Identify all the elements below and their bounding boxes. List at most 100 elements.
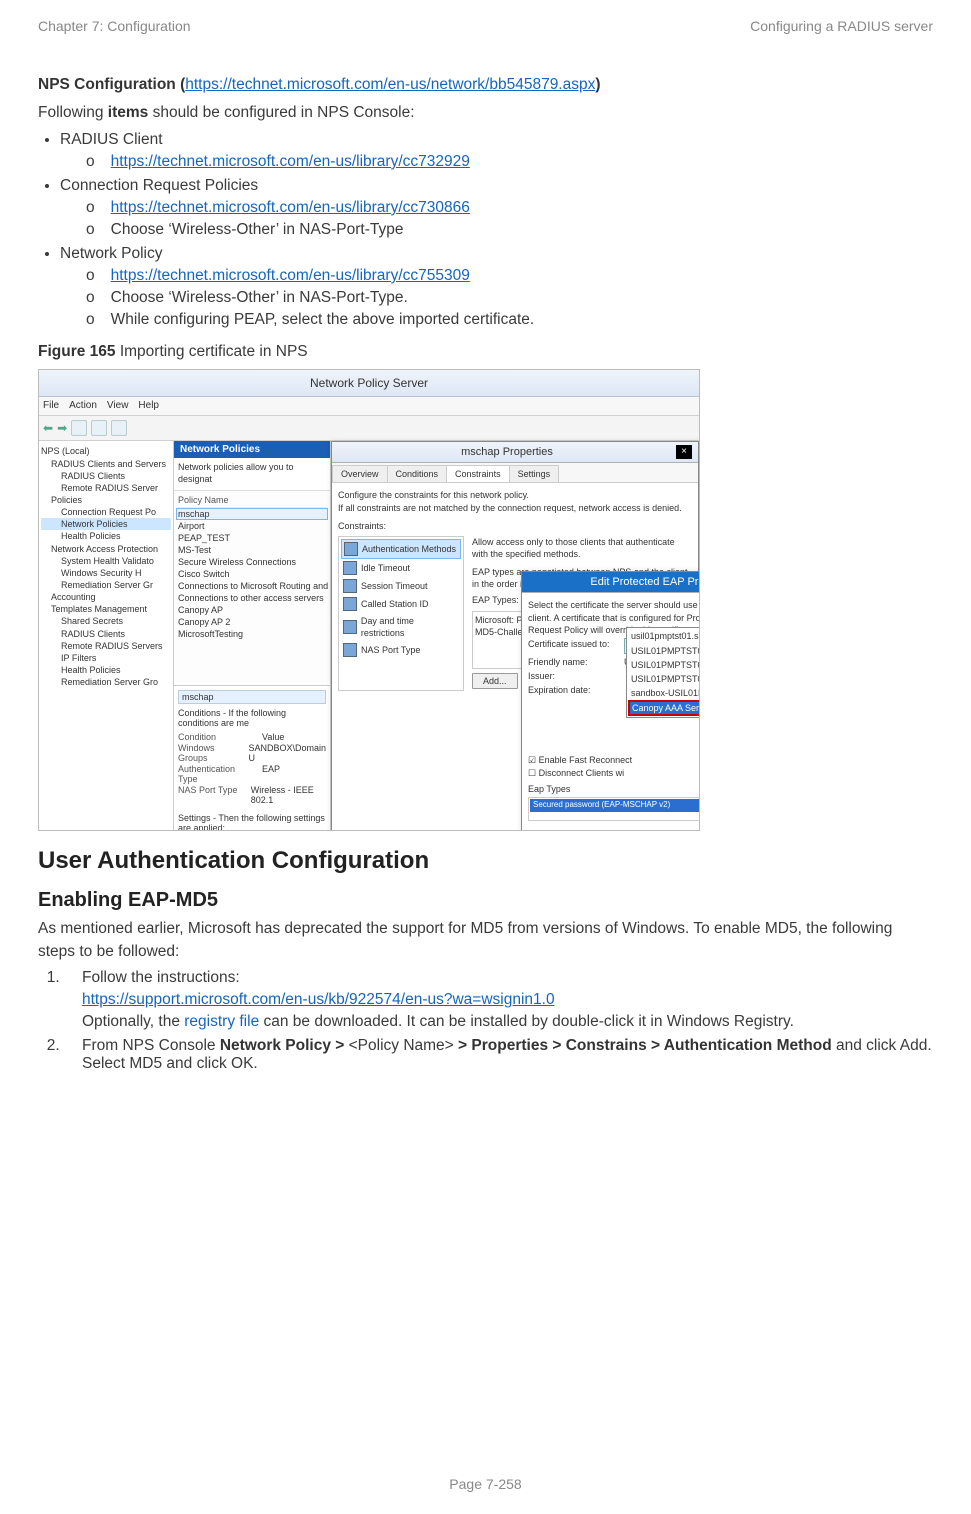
edit-peap-dialog: Edit Protected EAP Properties × Select t… xyxy=(521,571,700,831)
policy-row[interactable]: MS-Test xyxy=(176,544,328,556)
nps-config-suffix: ) xyxy=(595,76,600,93)
step-1: Follow the instructions: https://support… xyxy=(64,969,933,1031)
cert-dropdown[interactable]: usil01pmptst01.sandbox.comUSIL01PMPTST01… xyxy=(626,627,700,718)
tree-node[interactable]: Remediation Server Gr xyxy=(41,579,171,591)
md5-intro: As mentioned earlier, Microsoft has depr… xyxy=(38,918,933,963)
column-header: Policy Name xyxy=(176,493,328,508)
dropdown-option[interactable]: usil01pmptst01.sandbox.com xyxy=(627,629,700,643)
dialog-title: mschap Properties xyxy=(338,442,676,462)
menu-item[interactable]: View xyxy=(107,400,129,411)
menu-item[interactable]: Help xyxy=(138,400,159,411)
tree-node[interactable]: IP Filters xyxy=(41,652,171,664)
tree-node[interactable]: Templates Management xyxy=(41,603,171,615)
constraint-item[interactable]: Called Station ID xyxy=(341,595,461,613)
dropdown-option[interactable]: USIL01PMPTST01.sandbox.com xyxy=(627,644,700,658)
tab-settings[interactable]: Settings xyxy=(509,465,560,482)
policy-list[interactable]: Policy Name mschapAirportPEAP_TESTMS-Tes… xyxy=(174,491,330,686)
tree-node[interactable]: Remote RADIUS Servers xyxy=(41,640,171,652)
constraint-item[interactable]: NAS Port Type xyxy=(341,641,461,659)
dropdown-option[interactable]: Canopy AAA Server Demo Certificate xyxy=(628,700,700,716)
menu-item[interactable]: Action xyxy=(69,400,97,411)
policy-row[interactable]: Secure Wireless Connections xyxy=(176,556,328,568)
tree-node[interactable]: Shared Secrets xyxy=(41,615,171,627)
add-button[interactable]: Add... xyxy=(472,673,518,689)
back-icon[interactable] xyxy=(43,421,53,435)
constraints-list[interactable]: Authentication MethodsIdle TimeoutSessio… xyxy=(338,536,464,691)
cond-val: Wireless - IEEE 802.1 xyxy=(251,785,326,805)
conditions-label: Conditions - If the following conditions… xyxy=(178,708,326,728)
tree-node[interactable]: Health Policies xyxy=(41,664,171,676)
disconnect-clients-checkbox[interactable]: Disconnect Clients wi xyxy=(528,767,700,779)
policy-row[interactable]: Connections to Microsoft Routing and Rem… xyxy=(176,580,328,592)
tree-node[interactable]: Remediation Server Gro xyxy=(41,676,171,688)
header-left: Chapter 7: Configuration xyxy=(38,18,191,34)
dialog-tabs[interactable]: OverviewConditionsConstraintsSettings xyxy=(332,463,698,483)
figure-caption: Figure 165 Importing certificate in NPS xyxy=(38,341,933,363)
doc-link[interactable]: https://technet.microsoft.com/en-us/libr… xyxy=(111,199,470,216)
settings-label: Settings - Then the following settings a… xyxy=(178,813,326,831)
toolbar-icon[interactable] xyxy=(111,420,127,436)
doc-link[interactable]: https://technet.microsoft.com/en-us/libr… xyxy=(111,267,470,284)
policy-row[interactable]: Airport xyxy=(176,520,328,532)
step2-a: From NPS Console xyxy=(82,1037,220,1054)
tree-node[interactable]: Windows Security H xyxy=(41,567,171,579)
nps-config-link[interactable]: https://technet.microsoft.com/en-us/netw… xyxy=(185,76,595,93)
constraint-item[interactable]: Day and time restrictions xyxy=(341,613,461,641)
bullet-item: RADIUS Clienthttps://technet.microsoft.c… xyxy=(60,131,933,171)
nav-tree[interactable]: NPS (Local)RADIUS Clients and ServersRAD… xyxy=(39,441,174,831)
doc-link[interactable]: https://technet.microsoft.com/en-us/libr… xyxy=(111,153,470,170)
intro-post: should be configured in NPS Console: xyxy=(148,104,414,121)
nps-config-title: NPS Configuration (https://technet.micro… xyxy=(38,74,933,96)
cert-label: Certificate issued to: xyxy=(528,638,620,650)
policy-row[interactable]: Canopy AP xyxy=(176,604,328,616)
step1-link[interactable]: https://support.microsoft.com/en-us/kb/9… xyxy=(82,991,555,1008)
registry-file-link[interactable]: registry file xyxy=(184,1013,259,1030)
cond-key: Authentication Type xyxy=(178,764,256,784)
tree-node[interactable]: Remote RADIUS Server xyxy=(41,482,171,494)
tree-node[interactable]: RADIUS Clients and Servers xyxy=(41,458,171,470)
dropdown-option[interactable]: USIL01PMPTST01.sandbox.com xyxy=(627,672,700,686)
policy-row[interactable]: MicrosoftTesting xyxy=(176,628,328,640)
enable-fast-reconnect-checkbox[interactable]: Enable Fast Reconnect xyxy=(528,754,700,766)
tab-conditions[interactable]: Conditions xyxy=(387,465,448,482)
menubar[interactable]: File Action View Help xyxy=(39,397,699,416)
toolbar-icon[interactable] xyxy=(71,420,87,436)
tree-node[interactable]: Connection Request Po xyxy=(41,506,171,518)
config-bullets: RADIUS Clienthttps://technet.microsoft.c… xyxy=(60,131,933,329)
constraint-item[interactable]: Idle Timeout xyxy=(341,559,461,577)
cond-key: NAS Port Type xyxy=(178,785,245,805)
constraint-icon xyxy=(344,542,358,556)
tab-constraints[interactable]: Constraints xyxy=(446,465,510,482)
tree-node[interactable]: Network Access Protection xyxy=(41,543,171,555)
dialog-info1: Configure the constraints for this netwo… xyxy=(338,489,692,501)
toolbar[interactable] xyxy=(39,416,699,441)
constraint-item[interactable]: Session Timeout xyxy=(341,577,461,595)
tree-node[interactable]: RADIUS Clients xyxy=(41,628,171,640)
close-icon[interactable]: × xyxy=(676,445,692,459)
step1-opt-a: Optionally, the xyxy=(82,1013,184,1030)
policy-row[interactable]: mschap xyxy=(176,508,328,520)
dropdown-option[interactable]: USIL01PMPTST01.sandbox.com xyxy=(627,658,700,672)
tree-node[interactable]: Network Policies xyxy=(41,518,171,530)
policy-row[interactable]: Connections to other access servers xyxy=(176,592,328,604)
step2-d: > Properties > Constrains > Authenticati… xyxy=(454,1037,832,1054)
tree-node[interactable]: RADIUS Clients xyxy=(41,470,171,482)
tab-overview[interactable]: Overview xyxy=(332,465,388,482)
tree-node[interactable]: Health Policies xyxy=(41,530,171,542)
constraint-icon xyxy=(343,620,357,634)
tree-node[interactable]: Policies xyxy=(41,494,171,506)
tree-node[interactable]: Accounting xyxy=(41,591,171,603)
menu-item[interactable]: File xyxy=(43,400,59,411)
forward-icon[interactable] xyxy=(57,421,67,435)
nps-screenshot: Network Policy Server FileActionViewHelp… xyxy=(38,369,700,831)
tree-node[interactable]: System Health Validato xyxy=(41,555,171,567)
nps-config-prefix: NPS Configuration ( xyxy=(38,76,185,93)
toolbar-icon[interactable] xyxy=(91,420,107,436)
eap-types-list[interactable]: Secured password (EAP-MSCHAP v2) xyxy=(528,797,700,821)
dropdown-option[interactable]: sandbox-USIL01PMPTST01-CA xyxy=(627,686,700,700)
tree-node[interactable]: NPS (Local) xyxy=(41,445,171,457)
constraint-item[interactable]: Authentication Methods xyxy=(341,539,461,559)
policy-row[interactable]: PEAP_TEST xyxy=(176,532,328,544)
policy-row[interactable]: Cisco Switch xyxy=(176,568,328,580)
policy-row[interactable]: Canopy AP 2 xyxy=(176,616,328,628)
